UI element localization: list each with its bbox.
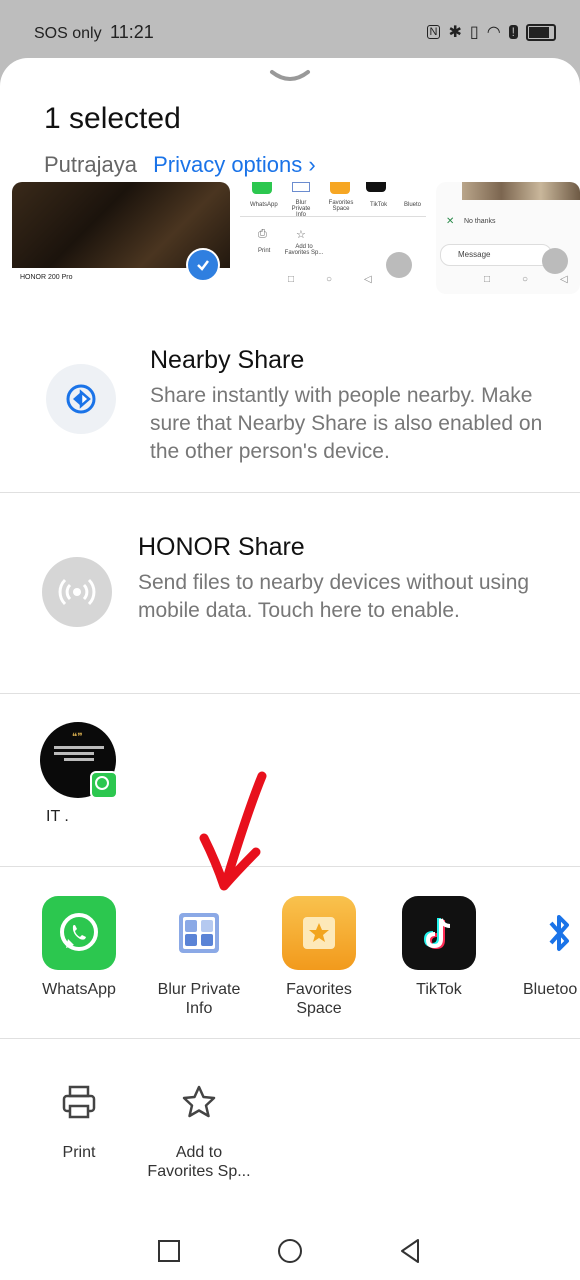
app-whatsapp[interactable]: WhatsApp [19, 896, 139, 999]
app-bluetooth[interactable]: Bluetoo [499, 896, 580, 999]
app-tiktok[interactable]: TikTok [379, 896, 499, 999]
status-bar: SOS only 11:21 N ✱ ▯ ◠ ! [0, 0, 580, 66]
mini-label-no-thanks: No thanks [464, 218, 496, 225]
battery-icon [526, 23, 556, 41]
mini-nav-back-icon-2: ◁ [560, 274, 568, 285]
collapse-chevron-icon[interactable] [268, 68, 312, 88]
mini-photo-strip [462, 182, 580, 200]
back-triangle-icon[interactable] [396, 1236, 426, 1266]
tiktok-icon [402, 896, 476, 970]
selected-image-previews: HONOR 200 Pro WhatsApp Blur Private Info… [0, 182, 580, 298]
nearby-share-icon [46, 364, 116, 434]
app-label-favorites-space: Favorites Space [286, 981, 352, 1017]
bluetooth-status-icon: ✱ [448, 24, 462, 41]
alert-icon: ! [508, 25, 518, 39]
whatsapp-badge-icon [90, 771, 118, 799]
action-label-add-to-favorites: Add to Favorites Sp... [147, 1144, 251, 1180]
mini-nav-circle-icon-2: ○ [522, 274, 529, 285]
honor-share-icon [42, 557, 112, 627]
mini-label-message: Message [458, 250, 491, 259]
mini-label-bluetooth: Blueto [404, 202, 422, 208]
carrier-label: SOS only [34, 25, 102, 42]
preview-thumbnail-2[interactable]: WhatsApp Blur Private Info Favorites Spa… [240, 182, 426, 294]
mini-label-add-fav: Add to Favorites Sp... [284, 244, 324, 256]
status-carrier-time: SOS only 11:21 [34, 22, 154, 43]
home-circle-icon[interactable] [275, 1236, 305, 1266]
mini-star-icon: ☆ [296, 229, 306, 241]
share-sheet: 1 selected Putrajaya Privacy options › H… [0, 58, 580, 1280]
whatsapp-icon [42, 896, 116, 970]
app-label-whatsapp: WhatsApp [42, 981, 116, 998]
app-label-blur-private-info: Blur Private Info [157, 981, 241, 1017]
bluetooth-icon [522, 896, 580, 970]
preview-thumbnail-3[interactable]: ✕ No thanks Message □ ○ ◁ [436, 182, 580, 294]
mini-label-whatsapp: WhatsApp [250, 202, 278, 208]
nearby-share-title: Nearby Share [150, 346, 305, 374]
mini-message-box [440, 244, 552, 266]
printer-icon [62, 1085, 96, 1119]
location-row: Putrajaya Privacy options › [44, 152, 316, 178]
nearby-share-row[interactable]: Nearby Share Share instantly with people… [0, 316, 580, 493]
action-print[interactable]: Print [19, 1082, 139, 1162]
nearby-share-description: Share instantly with people nearby. Make… [150, 384, 543, 463]
nfc-icon: N [426, 25, 441, 39]
clock: 11:21 [110, 22, 154, 42]
mini-whatsapp-icon [252, 182, 272, 194]
vibrate-icon: ▯ [469, 24, 479, 41]
action-label-print: Print [62, 1144, 96, 1161]
mini-label-tiktok: TikTok [370, 202, 388, 208]
mini-printer-icon: ⎙ [258, 228, 267, 240]
mini-nav-square-icon: □ [288, 274, 295, 285]
star-icon [182, 1085, 216, 1118]
honor-share-title: HONOR Share [138, 533, 305, 561]
honor-share-description: Send files to nearby devices without usi… [138, 571, 530, 622]
app-label-tiktok: TikTok [416, 981, 462, 998]
status-icons: N ✱ ▯ ◠ ! [426, 22, 556, 42]
mini-favorites-icon [330, 182, 350, 194]
mini-nav-square-icon-2: □ [484, 274, 491, 285]
honor-share-row[interactable]: HONOR Share Send files to nearby devices… [0, 493, 580, 694]
mini-label-favorites: Favorites Space [328, 200, 354, 212]
mini-touch-dot [386, 252, 412, 278]
mini-divider [240, 216, 426, 217]
mini-blur-icon [292, 182, 310, 192]
mini-close-icon: ✕ [446, 216, 455, 227]
app-share-targets: WhatsApp Blur Private Info Favorites Spa… [0, 866, 580, 1039]
quote-mark-icon: ❝❞ [72, 732, 83, 743]
selected-check-icon[interactable] [186, 248, 220, 282]
navigation-bar [0, 1220, 580, 1280]
recent-apps-square-icon[interactable] [154, 1236, 184, 1266]
preview-thumbnail-selected[interactable]: HONOR 200 Pro [12, 182, 230, 294]
app-favorites-space[interactable]: Favorites Space [259, 896, 379, 1018]
mini-tiktok-icon [366, 182, 386, 192]
mini-label-print: Print [258, 248, 271, 254]
mini-touch-dot-2 [542, 248, 568, 274]
action-add-to-favorites[interactable]: Add to Favorites Sp... [139, 1082, 259, 1181]
app-label-bluetooth: Bluetoo [523, 981, 578, 998]
mini-nav-back-icon: ◁ [364, 274, 372, 285]
avatar-quote-graphic [54, 746, 104, 761]
location-label: Putrajaya [44, 152, 137, 177]
direct-share-contacts: ❝❞ IT . [0, 694, 580, 867]
action-targets: Print Add to Favorites Sp... [0, 1038, 580, 1198]
wifi-icon: ◠ [486, 24, 501, 41]
contact-name: IT . [46, 808, 69, 825]
preview-caption: HONOR 200 Pro [20, 274, 73, 281]
selection-count-title: 1 selected [44, 102, 181, 135]
app-blur-private-info[interactable]: Blur Private Info [139, 896, 259, 1018]
blur-private-info-icon [162, 896, 236, 970]
favorites-space-icon [282, 896, 356, 970]
privacy-options-link[interactable]: Privacy options › [153, 152, 316, 177]
mini-nav-circle-icon: ○ [326, 274, 333, 285]
